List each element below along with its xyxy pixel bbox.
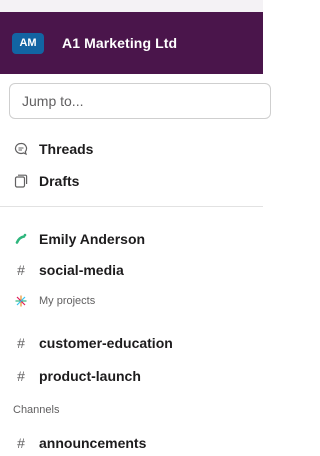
slack-logo-icon [13, 232, 29, 246]
sidebar-item-threads[interactable]: Threads [0, 136, 263, 162]
workspace-name: A1 Marketing Ltd [62, 35, 178, 51]
hash-icon: # [17, 368, 25, 384]
drafts-icon [13, 174, 29, 188]
workspace-header[interactable]: AM A1 Marketing Ltd [0, 12, 263, 74]
sidebar-item-label: announcements [39, 435, 147, 451]
section-header-channels[interactable]: Channels [0, 400, 263, 420]
sidebar-item-label: social-media [39, 262, 124, 278]
sidebar-item-product-launch[interactable]: # product-launch [0, 363, 263, 389]
sidebar-item-emily-anderson[interactable]: Emily Anderson [0, 226, 263, 252]
sidebar-item-label: Drafts [39, 173, 80, 189]
threads-icon [13, 142, 29, 156]
workspace-avatar: AM [12, 32, 44, 54]
hash-icon: # [17, 435, 25, 451]
sidebar-item-announcements[interactable]: # announcements [0, 430, 263, 456]
sidebar-item-label: Emily Anderson [39, 231, 146, 247]
top-strip [0, 0, 263, 12]
sidebar-item-label: Threads [39, 141, 94, 157]
sidebar-item-social-media[interactable]: # social-media [0, 257, 263, 283]
sparkle-icon [13, 295, 29, 307]
jump-to-search-input[interactable] [9, 83, 271, 119]
section-title: My projects [39, 295, 96, 307]
sidebar-item-drafts[interactable]: Drafts [0, 168, 263, 194]
sidebar-item-label: product-launch [39, 368, 141, 384]
section-header-my-projects[interactable]: My projects [0, 291, 263, 311]
sidebar-item-label: customer-education [39, 335, 173, 351]
sidebar-item-customer-education[interactable]: # customer-education [0, 330, 263, 356]
hash-icon: # [17, 262, 25, 278]
sidebar-divider [0, 206, 263, 207]
section-title: Channels [13, 404, 60, 416]
hash-icon: # [17, 335, 25, 351]
